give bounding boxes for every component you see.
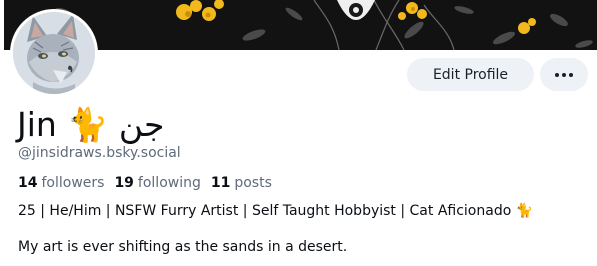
ellipsis-icon	[554, 72, 575, 77]
profile-stats: 14 followers 19 following 11 posts	[18, 175, 272, 191]
following-link[interactable]: 19 following	[114, 175, 200, 191]
followers-count: 14	[18, 175, 38, 191]
posts-label: posts	[234, 175, 272, 191]
bio-line-1: 25 | He/Him | NSFW Furry Artist | Self T…	[18, 203, 534, 219]
display-name: Jin 🐈 جن	[17, 105, 165, 144]
followers-link[interactable]: 14 followers	[18, 175, 104, 191]
posts-count-stat: 11 posts	[211, 175, 272, 191]
more-options-button[interactable]	[540, 58, 588, 91]
display-name-row: Jin 🐈 جن	[17, 99, 164, 145]
following-count: 19	[114, 175, 134, 191]
bio-line-2: My art is ever shifting as the sands in …	[18, 239, 348, 255]
posts-count: 11	[210, 175, 231, 191]
followers-label: followers	[41, 175, 105, 191]
following-label: following	[137, 175, 201, 191]
edit-profile-button[interactable]: Edit Profile	[407, 58, 534, 91]
avatar-image	[13, 12, 95, 94]
profile-handle[interactable]: @jinsidraws.bsky.social	[18, 145, 181, 161]
profile-avatar[interactable]	[10, 9, 98, 97]
